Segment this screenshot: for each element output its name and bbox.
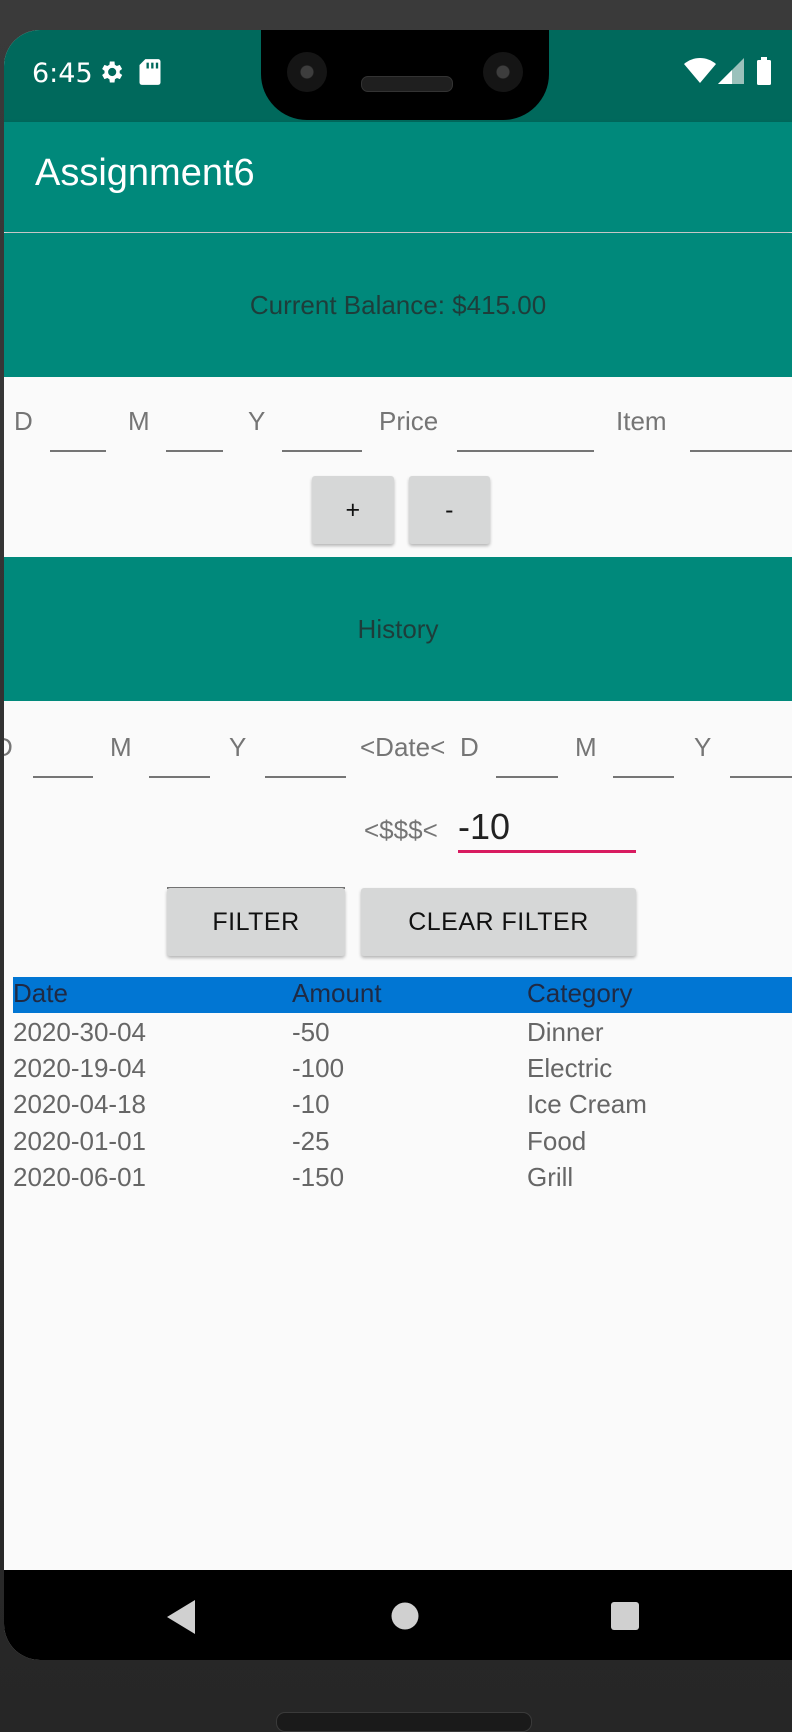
amount-range-separator: <$$$< bbox=[364, 815, 438, 845]
signal-icon bbox=[718, 58, 744, 88]
cell-amount: -50 bbox=[292, 1017, 330, 1047]
cell-amount: -150 bbox=[292, 1162, 345, 1192]
cell-date: 2020-06-01 bbox=[13, 1162, 146, 1192]
app-title: Assignment6 bbox=[35, 152, 255, 194]
column-header-category: Category bbox=[527, 978, 633, 1008]
cell-amount: -25 bbox=[292, 1126, 330, 1156]
cell-amount: -100 bbox=[292, 1053, 345, 1083]
bottom-speaker-grille bbox=[276, 1712, 532, 1732]
entry-month-field[interactable] bbox=[166, 414, 223, 452]
screen: 6:45 Assignment6 Current Balance: $415.0… bbox=[4, 30, 792, 1660]
gear-icon bbox=[97, 58, 125, 90]
add-button[interactable]: + bbox=[312, 476, 394, 544]
history-banner: History bbox=[4, 557, 792, 701]
entry-item-label: Item bbox=[616, 406, 667, 436]
subtract-button[interactable]: - bbox=[409, 476, 490, 544]
filter-to-year-field[interactable] bbox=[730, 740, 792, 778]
filter-to-month-label: M bbox=[575, 732, 597, 762]
entry-month-label: M bbox=[128, 406, 150, 436]
filter-to-month-field[interactable] bbox=[613, 740, 674, 778]
cell-category: Dinner bbox=[527, 1017, 604, 1047]
navigation-bar bbox=[4, 1570, 792, 1660]
cell-amount: -10 bbox=[292, 1089, 330, 1119]
filter-from-day-label: D bbox=[4, 732, 13, 763]
cell-date: 2020-19-04 bbox=[13, 1053, 146, 1083]
entry-year-field[interactable] bbox=[282, 414, 362, 452]
filter-to-day-label: D bbox=[460, 732, 479, 762]
balance-banner: Current Balance: $415.00 bbox=[4, 233, 792, 377]
entry-price-field[interactable] bbox=[457, 414, 594, 452]
filter-from-year-label: Y bbox=[229, 732, 247, 762]
front-camera-right bbox=[483, 52, 523, 92]
back-icon[interactable] bbox=[167, 1600, 197, 1638]
recents-icon[interactable] bbox=[611, 1602, 639, 1634]
filter-from-day-field[interactable] bbox=[33, 740, 93, 778]
current-balance-text: Current Balance: $415.00 bbox=[249, 289, 547, 320]
clear-filter-button[interactable]: CLEAR FILTER bbox=[361, 888, 636, 956]
cell-category: Food bbox=[527, 1126, 587, 1156]
sd-card-icon bbox=[138, 58, 162, 90]
home-icon[interactable] bbox=[391, 1602, 419, 1634]
cell-category: Ice Cream bbox=[527, 1089, 647, 1119]
entry-item-field[interactable] bbox=[690, 414, 792, 452]
filter-from-month-field[interactable] bbox=[149, 740, 210, 778]
table-row[interactable]: 2020-19-04 -100 Electric bbox=[13, 1051, 792, 1087]
cell-category: Grill bbox=[527, 1162, 574, 1192]
front-camera-left bbox=[287, 52, 327, 92]
filter-button[interactable]: FILTER bbox=[167, 888, 345, 956]
column-header-amount: Amount bbox=[292, 978, 382, 1008]
entry-year-label: Y bbox=[248, 406, 266, 436]
filter-amount-max-field[interactable]: -10 bbox=[458, 809, 636, 853]
table-row[interactable]: 2020-04-18 -10 Ice Cream bbox=[13, 1087, 792, 1123]
cell-category: Electric bbox=[527, 1053, 613, 1083]
cell-date: 2020-01-01 bbox=[13, 1126, 146, 1156]
filter-to-year-label: Y bbox=[694, 732, 712, 762]
table-row[interactable]: 2020-06-01 -150 Grill bbox=[13, 1160, 792, 1196]
entry-day-field[interactable] bbox=[50, 414, 106, 452]
battery-icon bbox=[756, 57, 772, 89]
phone-frame: 6:45 Assignment6 Current Balance: $415.0… bbox=[0, 0, 792, 1732]
cell-date: 2020-30-04 bbox=[13, 1017, 146, 1047]
filter-to-day-field[interactable] bbox=[496, 740, 558, 778]
earpiece-speaker bbox=[361, 76, 453, 92]
table-row[interactable]: 2020-01-01 -25 Food bbox=[13, 1124, 792, 1160]
table-header: Date Amount Category bbox=[13, 977, 792, 1013]
filter-from-year-field[interactable] bbox=[265, 740, 346, 778]
history-title: History bbox=[357, 613, 439, 644]
camera-notch bbox=[261, 30, 549, 120]
cell-date: 2020-04-18 bbox=[13, 1089, 146, 1119]
status-bar: 6:45 bbox=[4, 30, 792, 122]
entry-price-label: Price bbox=[379, 406, 439, 436]
table-row[interactable]: 2020-30-04 -50 Dinner bbox=[13, 1015, 792, 1051]
column-header-date: Date bbox=[13, 978, 68, 1008]
filter-amount-min-field[interactable] bbox=[167, 851, 345, 889]
app-bar: Assignment6 bbox=[4, 122, 792, 232]
filter-from-month-label: M bbox=[110, 732, 132, 762]
entry-day-label: D bbox=[14, 406, 33, 436]
wifi-icon bbox=[684, 58, 716, 88]
date-range-separator: <Date< bbox=[360, 732, 446, 762]
status-time: 6:45 bbox=[32, 58, 93, 89]
